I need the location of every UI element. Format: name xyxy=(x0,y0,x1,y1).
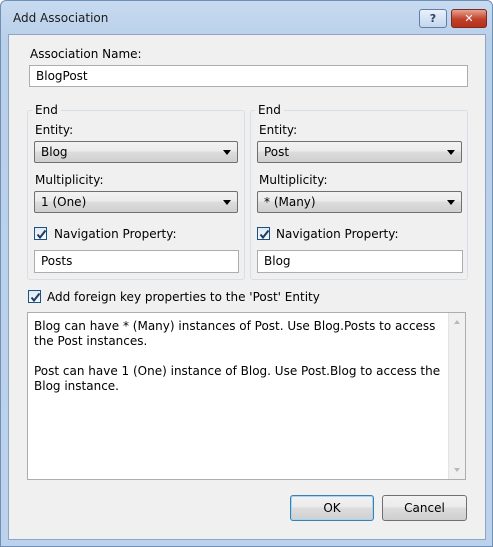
description-line-1: Blog can have * (Many) instances of Post… xyxy=(34,319,436,348)
checkmark-icon xyxy=(36,229,47,240)
entity-select-left[interactable]: Blog xyxy=(34,141,238,163)
entity-label-right: Entity: xyxy=(259,123,298,137)
ok-button-label: OK xyxy=(323,501,341,515)
add-association-dialog: Add Association ? ✕ Association Name: Bl… xyxy=(0,0,493,547)
end-caption-left: End xyxy=(32,103,61,117)
end-caption-right: End xyxy=(255,103,284,117)
cancel-button[interactable]: Cancel xyxy=(382,495,467,521)
multiplicity-select-left[interactable]: 1 (One) xyxy=(34,191,238,213)
title-bar[interactable]: Add Association ? ✕ xyxy=(1,1,492,33)
foreign-key-checkbox[interactable] xyxy=(28,290,41,303)
entity-select-right-value: Post xyxy=(264,145,290,159)
checkmark-icon xyxy=(30,292,41,303)
navigation-property-input-right[interactable]: Blog xyxy=(257,250,463,273)
dialog-client-area: Association Name: BlogPost End Entity: B… xyxy=(8,34,486,540)
checkmark-icon xyxy=(259,229,270,240)
multiplicity-select-right[interactable]: * (Many) xyxy=(257,191,462,213)
cancel-button-label: Cancel xyxy=(404,501,445,515)
foreign-key-label: Add foreign key properties to the 'Post'… xyxy=(47,290,320,304)
ok-button[interactable]: OK xyxy=(290,495,374,521)
multiplicity-label-right: Multiplicity: xyxy=(259,173,328,187)
window-title: Add Association xyxy=(13,11,109,25)
close-button[interactable]: ✕ xyxy=(451,9,487,28)
association-description[interactable]: Blog can have * (Many) instances of Post… xyxy=(27,312,466,480)
help-icon: ? xyxy=(429,12,437,25)
description-line-2: Post can have 1 (One) instance of Blog. … xyxy=(34,364,441,393)
close-icon: ✕ xyxy=(464,12,474,25)
entity-select-left-value: Blog xyxy=(41,145,68,159)
navigation-property-checkbox-left[interactable] xyxy=(34,227,47,240)
association-name-label: Association Name: xyxy=(30,47,142,61)
scroll-up-arrow-icon[interactable] xyxy=(454,320,460,324)
entity-select-right[interactable]: Post xyxy=(257,141,462,163)
multiplicity-select-left-value: 1 (One) xyxy=(41,195,87,209)
multiplicity-select-right-value: * (Many) xyxy=(264,195,316,209)
navigation-property-input-left[interactable]: Posts xyxy=(34,250,239,273)
navigation-property-checkbox-right[interactable] xyxy=(257,227,270,240)
scroll-down-arrow-icon[interactable] xyxy=(454,468,460,472)
multiplicity-label-left: Multiplicity: xyxy=(35,173,104,187)
chevron-down-icon xyxy=(223,150,231,155)
help-button[interactable]: ? xyxy=(419,9,447,28)
chevron-down-icon xyxy=(447,200,455,205)
chevron-down-icon xyxy=(447,150,455,155)
association-name-input[interactable]: BlogPost xyxy=(29,65,468,87)
navigation-property-label-right: Navigation Property: xyxy=(276,227,399,241)
chevron-down-icon xyxy=(223,200,231,205)
entity-label-left: Entity: xyxy=(35,123,74,137)
navigation-property-label-left: Navigation Property: xyxy=(54,227,177,241)
description-scrollbar[interactable] xyxy=(448,313,465,479)
